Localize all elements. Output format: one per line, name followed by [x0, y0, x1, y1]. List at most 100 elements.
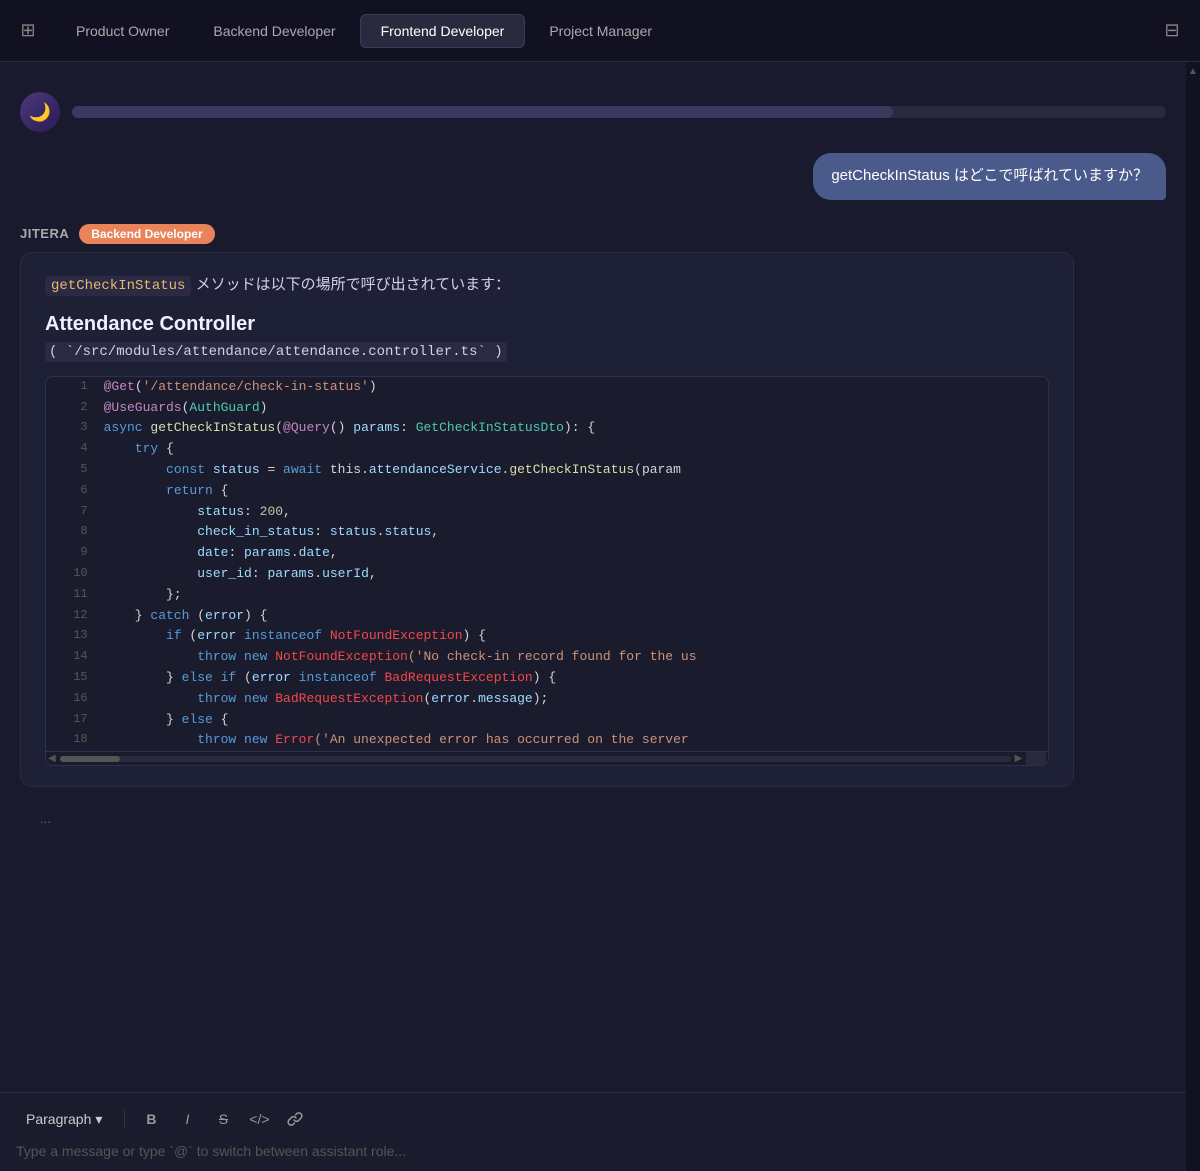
jitera-label: JITERA	[20, 226, 69, 241]
line-number: 4	[46, 439, 100, 460]
line-number: 15	[46, 668, 100, 689]
line-number: 1	[46, 377, 100, 398]
paragraph-dropdown[interactable]: Paragraph ▾	[16, 1107, 112, 1132]
line-number: 10	[46, 564, 100, 585]
code-block-wrapper[interactable]: 1@Get('/attendance/check-in-status')2@Us…	[45, 376, 1049, 766]
input-toolbar: Paragraph ▾ B I S </>	[16, 1105, 1170, 1133]
line-code: @Get('/attendance/check-in-status')	[100, 377, 1049, 398]
assistant-text-suffix: メソッドは以下の場所で呼び出されています：	[196, 276, 511, 293]
code-line: 18 throw new Error('An unexpected error …	[46, 730, 1048, 751]
line-code: };	[100, 585, 1049, 606]
h-scroll-thumb	[60, 756, 120, 762]
line-code: status: 200,	[100, 502, 1049, 523]
section-title: Attendance Controller	[45, 313, 1049, 336]
sidebar-toggle-icon[interactable]: ⊞	[12, 15, 44, 47]
tab-frontend-developer[interactable]: Frontend Developer	[360, 14, 526, 48]
code-line: 7 status: 200,	[46, 502, 1048, 523]
h-scroll-left-arrow[interactable]: ◀	[48, 753, 56, 764]
line-number: 2	[46, 398, 100, 419]
role-badge: Backend Developer	[79, 224, 214, 244]
user-bubble: getCheckInStatus はどこで呼ばれていますか？	[813, 153, 1166, 200]
line-code: throw new BadRequestException(error.mess…	[100, 689, 1049, 710]
tab-product-owner[interactable]: Product Owner	[56, 15, 189, 47]
assistant-bubble: getCheckInStatus メソッドは以下の場所で呼び出されています： A…	[20, 252, 1074, 788]
paragraph-chevron-icon: ▾	[95, 1111, 102, 1128]
partial-text: ...	[40, 811, 51, 826]
line-code: } catch (error) {	[100, 606, 1049, 627]
code-line: 9 date: params.date,	[46, 543, 1048, 564]
code-line: 17 } else {	[46, 710, 1048, 731]
messages-container[interactable]: 🌙 getCheckInStatus はどこで呼ばれていますか？ JITERA …	[0, 62, 1186, 1092]
code-h-scroll[interactable]: ◀ ▶	[46, 751, 1048, 765]
code-line: 6 return {	[46, 481, 1048, 502]
code-line: 8 check_in_status: status.status,	[46, 522, 1048, 543]
user-message: getCheckInStatus はどこで呼ばれていますか？	[20, 153, 1166, 200]
line-code: try {	[100, 439, 1049, 460]
code-line: 16 throw new BadRequestException(error.m…	[46, 689, 1048, 710]
code-line: 1@Get('/attendance/check-in-status')	[46, 377, 1048, 398]
line-number: 12	[46, 606, 100, 627]
line-code: return {	[100, 481, 1049, 502]
line-number: 11	[46, 585, 100, 606]
code-line: 4 try {	[46, 439, 1048, 460]
h-scroll-right-arrow[interactable]: ▶	[1015, 753, 1023, 764]
code-block-inner[interactable]: 1@Get('/attendance/check-in-status')2@Us…	[46, 377, 1048, 751]
line-code: const status = await this.attendanceServ…	[100, 460, 1049, 481]
tab-project-manager[interactable]: Project Manager	[529, 15, 672, 47]
line-number: 17	[46, 710, 100, 731]
input-area: Paragraph ▾ B I S </>	[0, 1092, 1186, 1171]
progress-bar-container	[72, 106, 1166, 118]
code-line: 5 const status = await this.attendanceSe…	[46, 460, 1048, 481]
line-number: 5	[46, 460, 100, 481]
assistant-message: JITERA Backend Developer getCheckInStatu…	[20, 224, 1166, 788]
line-code: @UseGuards(AuthGuard)	[100, 398, 1049, 419]
inline-code: getCheckInStatus	[45, 276, 191, 296]
code-line: 2@UseGuards(AuthGuard)	[46, 398, 1048, 419]
scroll-up-arrow[interactable]: ▲	[1188, 62, 1198, 81]
file-path-code: ( `/src/modules/attendance/attendance.co…	[45, 342, 507, 362]
paragraph-label: Paragraph	[26, 1111, 91, 1127]
line-number: 13	[46, 626, 100, 647]
code-button[interactable]: </>	[245, 1105, 273, 1133]
layout-toggle-icon[interactable]: ⊟	[1156, 15, 1188, 47]
line-number: 9	[46, 543, 100, 564]
main-content: 🌙 getCheckInStatus はどこで呼ばれていますか？ JITERA …	[0, 62, 1200, 1171]
line-code: if (error instanceof NotFoundException) …	[100, 626, 1049, 647]
h-scroll-track[interactable]	[60, 756, 1011, 762]
link-icon	[287, 1111, 303, 1127]
right-scrollbar[interactable]: ▲	[1186, 62, 1200, 1171]
line-code: user_id: params.userId,	[100, 564, 1049, 585]
tab-bar: ⊞ Product Owner Backend Developer Fronte…	[0, 0, 1200, 62]
code-table: 1@Get('/attendance/check-in-status')2@Us…	[46, 377, 1048, 751]
line-number: 7	[46, 502, 100, 523]
h-scroll-corner	[1026, 752, 1046, 766]
code-line: 10 user_id: params.userId,	[46, 564, 1048, 585]
link-button[interactable]	[281, 1105, 309, 1133]
line-number: 8	[46, 522, 100, 543]
code-line: 15 } else if (error instanceof BadReques…	[46, 668, 1048, 689]
file-path: ( `/src/modules/attendance/attendance.co…	[45, 344, 1049, 360]
input-field-row	[16, 1143, 1170, 1159]
line-number: 3	[46, 418, 100, 439]
code-line: 12 } catch (error) {	[46, 606, 1048, 627]
line-code: } else {	[100, 710, 1049, 731]
avatar: 🌙	[20, 92, 60, 132]
progress-bar-fill	[72, 106, 893, 118]
line-code: throw new Error('An unexpected error has…	[100, 730, 1049, 751]
message-input[interactable]	[16, 1143, 1170, 1159]
line-code: async getCheckInStatus(@Query() params: …	[100, 418, 1049, 439]
assistant-header: JITERA Backend Developer	[20, 224, 1166, 244]
line-number: 18	[46, 730, 100, 751]
tab-backend-developer[interactable]: Backend Developer	[193, 15, 355, 47]
line-number: 14	[46, 647, 100, 668]
code-body: 1@Get('/attendance/check-in-status')2@Us…	[46, 377, 1048, 751]
italic-button[interactable]: I	[173, 1105, 201, 1133]
bold-button[interactable]: B	[137, 1105, 165, 1133]
line-number: 6	[46, 481, 100, 502]
line-code: check_in_status: status.status,	[100, 522, 1049, 543]
line-code: } else if (error instanceof BadRequestEx…	[100, 668, 1049, 689]
code-line: 14 throw new NotFoundException('No check…	[46, 647, 1048, 668]
assistant-intro-text: getCheckInStatus メソッドは以下の場所で呼び出されています：	[45, 273, 1049, 297]
strikethrough-button[interactable]: S	[209, 1105, 237, 1133]
line-number: 16	[46, 689, 100, 710]
